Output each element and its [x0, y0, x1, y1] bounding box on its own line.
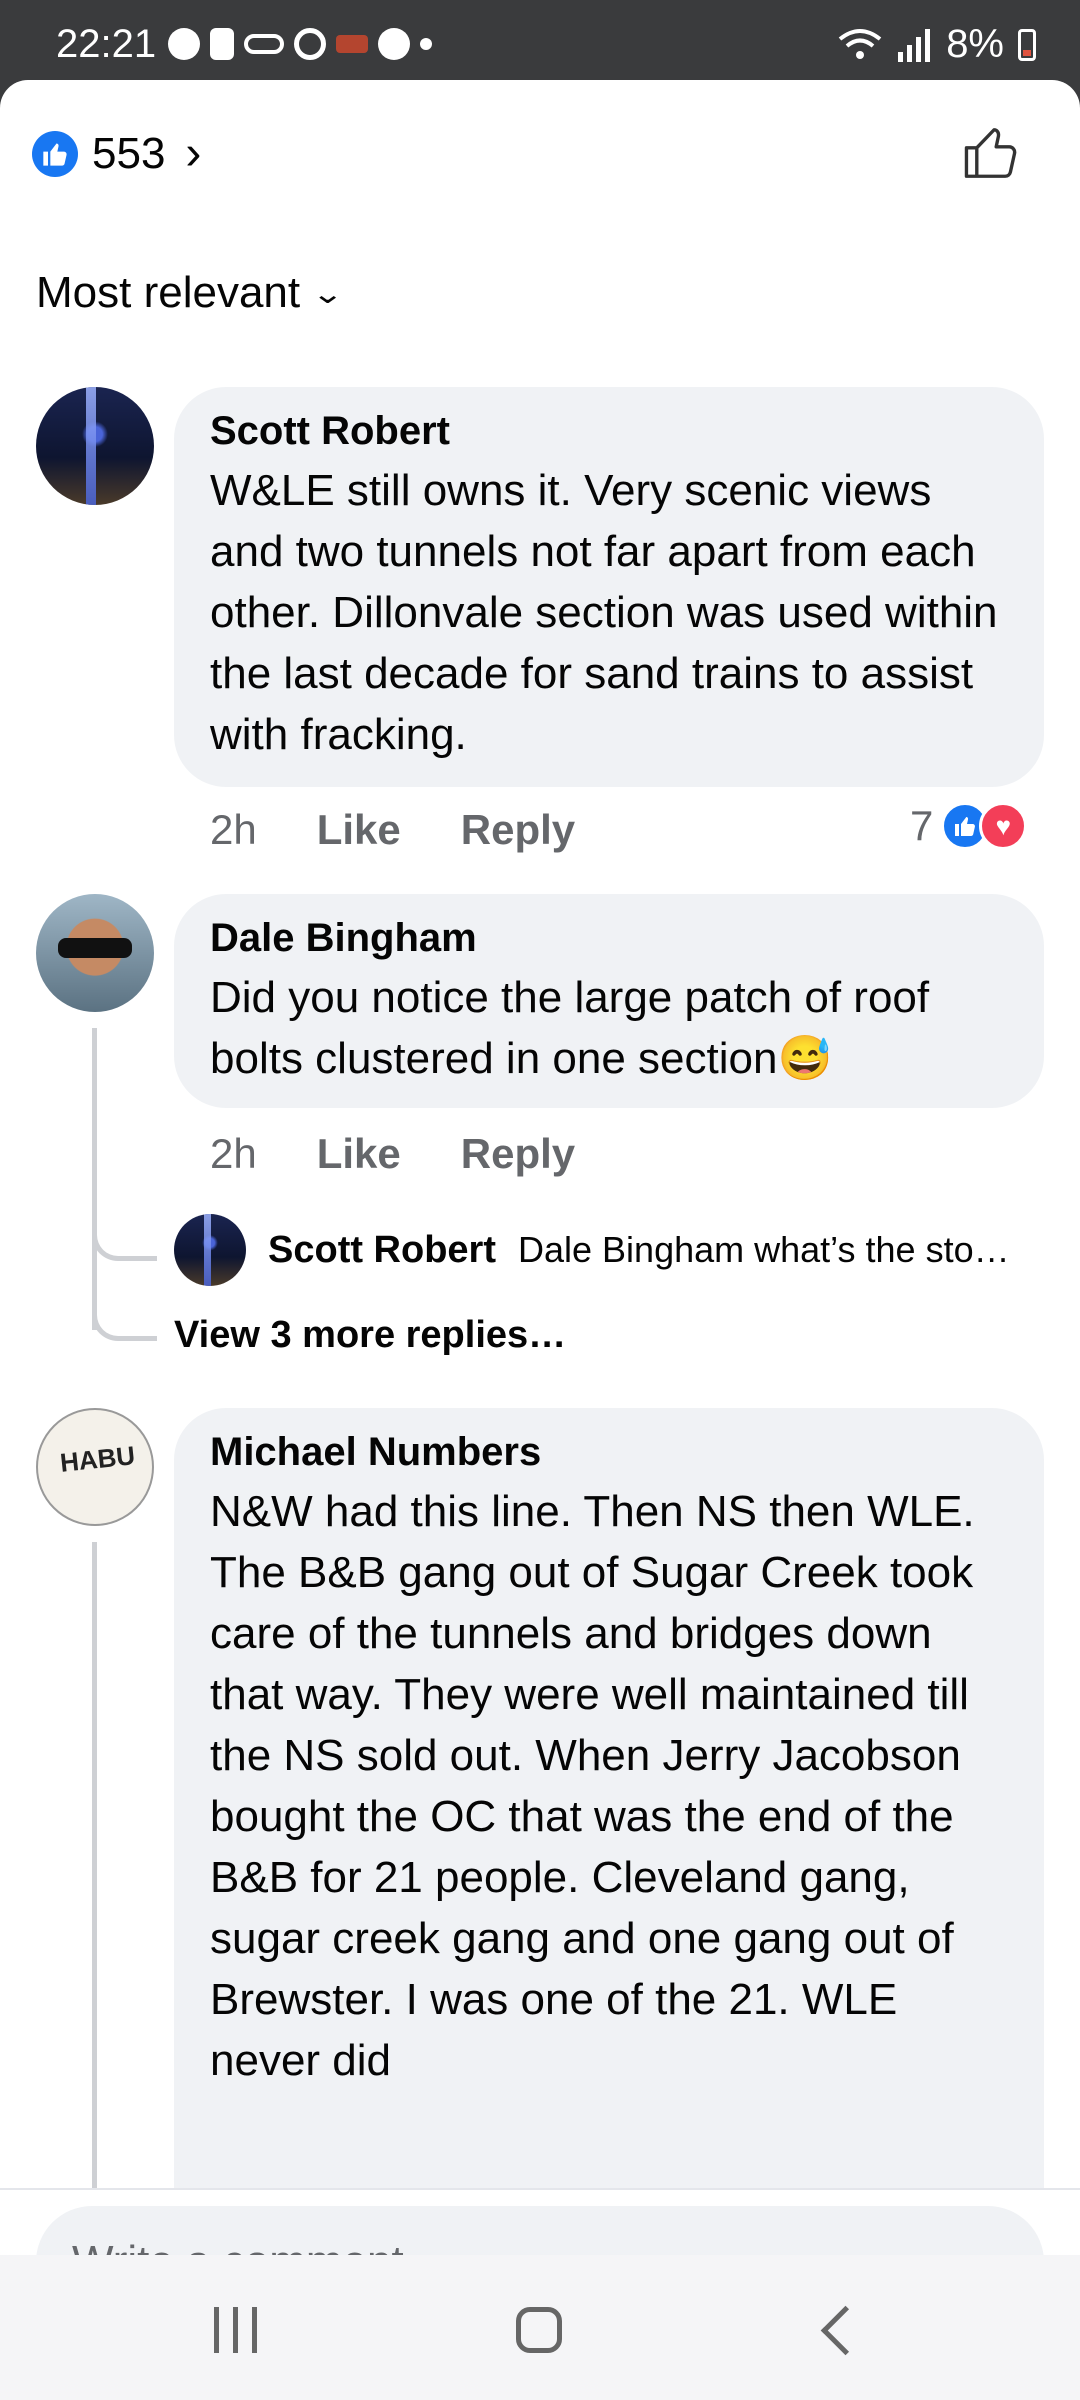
comment-text: W&LE still owns it. Very scenic views an…	[210, 466, 998, 759]
avatar[interactable]	[36, 894, 154, 1012]
comment-time: 2h	[210, 1130, 257, 1177]
minus-circle-icon	[168, 28, 200, 60]
comment-author[interactable]: Scott Robert	[210, 409, 1008, 454]
comment-author[interactable]: Michael Numbers	[210, 1430, 1008, 1475]
thread-line	[92, 1542, 97, 2192]
sort-label: Most relevant	[36, 268, 301, 317]
chevron-right-icon: ›	[185, 127, 202, 180]
avatar[interactable]	[36, 387, 154, 505]
avatar	[174, 1214, 246, 1286]
comment-bubble: Scott Robert W&LE still owns it. Very sc…	[174, 387, 1044, 787]
view-more-replies-link[interactable]: View 3 more replies…	[174, 1314, 566, 1357]
reply-button[interactable]: Reply	[461, 1130, 575, 1178]
thread-line	[92, 1028, 97, 1330]
comment-actions: 2h Like Reply	[210, 1130, 575, 1178]
signal-icon	[898, 28, 931, 62]
home-button[interactable]	[516, 2307, 562, 2353]
battery-percent: 8%	[946, 22, 1004, 66]
recent-apps-button[interactable]	[214, 2307, 257, 2353]
comment-composer: Write a comment…	[0, 2188, 1080, 2255]
status-time: 22:21	[56, 22, 157, 66]
like-reaction-icon	[32, 130, 78, 177]
love-reaction-icon: ♥	[979, 802, 1028, 850]
reply-author: Scott Robert	[268, 1228, 496, 1271]
ring-icon	[294, 28, 326, 60]
app-icon	[336, 35, 368, 53]
comment-bubble: Dale Bingham Did you notice the large pa…	[174, 894, 1044, 1108]
avatar-logo-text: HABU	[58, 1440, 137, 1478]
comment-input[interactable]: Write a comment…	[36, 2206, 1044, 2255]
reactions-summary[interactable]: 553 ›	[32, 126, 201, 181]
comment-bubble: Michael Numbers N&W had this line. Then …	[174, 1408, 1044, 2255]
reply-preview[interactable]: Scott Robert Dale Bingham what’s the sto…	[174, 1214, 1010, 1286]
like-post-button[interactable]	[960, 122, 1022, 184]
comment-text: N&W had this line. Then NS then WLE. The…	[210, 1487, 975, 2085]
dot-icon	[420, 38, 432, 50]
status-system-icons: 8%	[838, 22, 1036, 67]
back-button[interactable]	[820, 2305, 871, 2356]
comment-time: 2h	[210, 806, 257, 853]
reply-connector	[92, 1310, 157, 1341]
comment-text: Did you notice the large patch of roof b…	[210, 973, 930, 1083]
chevron-down-icon: ⌄	[311, 277, 345, 309]
reaction-count: 553	[92, 128, 166, 178]
reply-connector	[92, 1230, 157, 1261]
comment-actions: 2h Like Reply	[210, 806, 575, 854]
battery-icon	[1018, 28, 1036, 61]
voicemail-icon	[244, 34, 284, 54]
navigation-bar	[0, 2255, 1080, 2400]
avatar[interactable]: HABU	[36, 1408, 154, 1526]
comment-reaction-count: 7	[910, 802, 934, 849]
comment-author[interactable]: Dale Bingham	[210, 916, 1008, 961]
status-notification-icons	[168, 28, 432, 60]
reply-button[interactable]: Reply	[461, 806, 575, 854]
like-button[interactable]: Like	[317, 806, 401, 854]
status-bar: 22:21 8%	[0, 0, 1080, 80]
comment-reactions[interactable]: 7 ♥	[910, 802, 1028, 850]
messenger-icon	[378, 28, 410, 60]
battery-saver-icon	[210, 28, 234, 60]
comments-sheet: 553 › Most relevant ⌄ Scott Robert W&LE …	[0, 80, 1080, 2255]
reply-text: Dale Bingham what’s the sto…	[518, 1229, 1010, 1270]
like-button[interactable]: Like	[317, 1130, 401, 1178]
wifi-icon	[838, 28, 882, 59]
sort-dropdown[interactable]: Most relevant ⌄	[36, 268, 344, 318]
